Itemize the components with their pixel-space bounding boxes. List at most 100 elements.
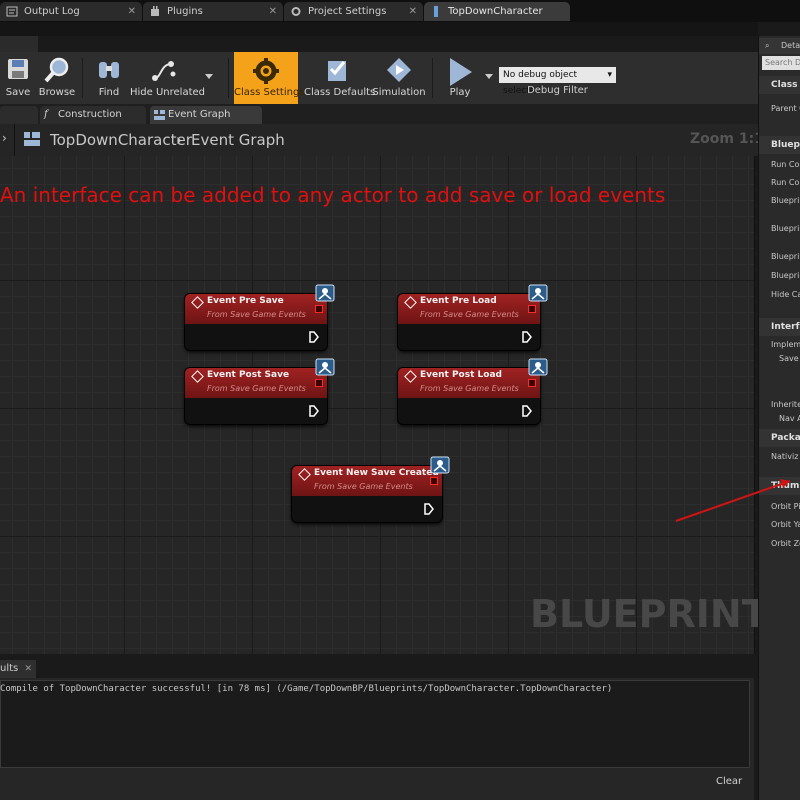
debug-object-select[interactable]: No debug object selected ▾ xyxy=(499,67,616,96)
class-defaults-label: Class Defaults xyxy=(304,87,376,98)
back-button[interactable]: › xyxy=(0,124,15,156)
node-subtitle: From Save Game Events xyxy=(420,384,519,393)
interface-badge-icon xyxy=(528,358,548,376)
property-label: Nativiz xyxy=(771,452,799,461)
graph-icon xyxy=(24,132,40,146)
play-label: Play xyxy=(449,87,471,98)
node-graph-icon xyxy=(152,61,176,81)
property-label: Inherite xyxy=(771,400,800,409)
event-graph-canvas[interactable] xyxy=(0,156,755,654)
simulation-button[interactable]: Simulation xyxy=(370,52,428,104)
section-blueprint-options[interactable]: Blueprin xyxy=(759,136,800,154)
document-tab-bar: Output Log ✕ Plugins ✕ Project Settings … xyxy=(0,0,800,22)
tab-plugins[interactable]: Plugins ✕ xyxy=(143,2,283,21)
browse-button[interactable]: Browse xyxy=(36,52,78,104)
section-interfaces[interactable]: Interfa xyxy=(759,318,800,336)
tab-output-log[interactable]: Output Log ✕ xyxy=(0,2,142,21)
interface-badge-icon xyxy=(315,358,335,376)
close-icon[interactable]: ✕ xyxy=(409,2,417,21)
property-label: Parent C xyxy=(771,104,800,113)
class-defaults-button[interactable]: Class Defaults xyxy=(304,52,376,104)
exec-output-pin-icon[interactable] xyxy=(424,503,434,515)
binoculars-icon xyxy=(99,62,119,78)
toolbar-strip xyxy=(0,22,758,36)
property-label: Blueprin xyxy=(771,224,800,233)
delegate-pin[interactable] xyxy=(315,305,323,313)
clear-button[interactable]: Clear xyxy=(716,776,742,787)
close-icon[interactable]: ✕ xyxy=(128,2,136,21)
property-label: Blueprin xyxy=(771,252,800,261)
hide-unrelated-dropdown[interactable] xyxy=(202,52,216,104)
property-label: Nav A xyxy=(779,414,800,423)
section-packaging[interactable]: Packag xyxy=(759,429,800,447)
node-title: Event Pre Save xyxy=(207,296,284,306)
details-search-input[interactable]: Search D xyxy=(762,56,800,70)
delegate-pin[interactable] xyxy=(315,379,323,387)
property-label: Blueprin xyxy=(771,271,800,280)
tab-viewport-partial[interactable] xyxy=(0,106,38,124)
save-button[interactable]: Save xyxy=(0,52,36,104)
property-label: Run Con xyxy=(771,178,800,187)
exec-output-pin-icon[interactable] xyxy=(309,331,319,343)
close-icon[interactable]: ✕ xyxy=(24,660,32,678)
event-node-post-save[interactable]: Event Post Save From Save Game Events xyxy=(185,358,335,424)
exec-output-pin-icon[interactable] xyxy=(309,405,319,417)
tab-project-settings[interactable]: Project Settings ✕ xyxy=(284,2,423,21)
details-tab[interactable]: ⌕ Detai xyxy=(759,38,800,54)
play-button[interactable]: Play xyxy=(438,52,482,104)
output-log-icon xyxy=(6,6,18,17)
log-line: Compile of TopDownCharacter successful! … xyxy=(0,684,613,694)
delegate-pin[interactable] xyxy=(430,477,438,485)
exec-output-pin-icon[interactable] xyxy=(522,331,532,343)
node-subtitle: From Save Game Events xyxy=(207,384,306,393)
breadcrumb-separator: › xyxy=(176,131,182,149)
event-node-pre-save[interactable]: Event Pre Save From Save Game Events xyxy=(185,284,335,350)
section-class-options[interactable]: Class O xyxy=(759,76,800,94)
breadcrumb-graph[interactable]: Event Graph xyxy=(191,131,285,149)
node-title: Event New Save Created xyxy=(314,468,439,478)
tab-topdowncharacter[interactable]: TopDownCharacter xyxy=(424,2,570,21)
property-label: Orbit Ya xyxy=(771,520,800,529)
find-button[interactable]: Find xyxy=(88,52,130,104)
chevron-down-icon: ▾ xyxy=(607,70,612,80)
close-icon[interactable]: ✕ xyxy=(269,2,277,21)
play-icon xyxy=(450,58,472,86)
plugin-icon xyxy=(151,6,159,16)
save-label: Save xyxy=(5,87,31,98)
tab-compiler-results[interactable]: ults ✕ xyxy=(0,660,36,678)
property-label: Save xyxy=(779,354,799,363)
hide-unrelated-button[interactable]: Hide Unrelated xyxy=(130,52,206,104)
chevron-down-icon xyxy=(205,74,213,79)
play-dropdown[interactable] xyxy=(482,52,496,104)
section-thumbnail[interactable]: Thumbn xyxy=(759,477,800,495)
search-icon: ⌕ xyxy=(765,41,770,50)
simulation-label: Simulation xyxy=(372,87,426,98)
event-node-pre-load[interactable]: Event Pre Load From Save Game Events xyxy=(398,284,548,350)
node-subtitle: From Save Game Events xyxy=(420,310,519,319)
debug-filter-label: Debug Filter xyxy=(527,85,588,96)
breadcrumb-blueprint[interactable]: TopDownCharacter xyxy=(50,131,192,149)
toolbar-separator xyxy=(432,58,433,98)
event-node-post-load[interactable]: Event Post Load From Save Game Events xyxy=(398,358,548,424)
gear-icon xyxy=(253,58,279,84)
property-label: Run Con xyxy=(771,160,800,169)
property-label: Blueprin xyxy=(771,196,800,205)
interface-badge-icon xyxy=(315,284,335,302)
exec-output-pin-icon[interactable] xyxy=(522,405,532,417)
chevron-down-icon xyxy=(485,74,493,79)
toolbar-separator xyxy=(228,58,229,98)
tab-event-graph[interactable]: Event Graph xyxy=(150,106,262,124)
class-settings-button[interactable]: Class Settings xyxy=(234,52,305,104)
tab-label: ults xyxy=(0,663,19,674)
class-settings-label: Class Settings xyxy=(234,87,305,98)
node-title: Event Pre Load xyxy=(420,296,497,306)
browse-label: Browse xyxy=(38,87,76,98)
tab-label: Project Settings xyxy=(308,6,387,17)
delegate-pin[interactable] xyxy=(528,379,536,387)
event-node-new-save-created[interactable]: Event New Save Created From Save Game Ev… xyxy=(292,456,450,522)
tab-construction-script[interactable]: f Construction Scrip xyxy=(40,106,146,138)
hide-unrelated-label: Hide Unrelated xyxy=(130,87,206,98)
gear-icon xyxy=(291,7,301,16)
delegate-pin[interactable] xyxy=(528,305,536,313)
toolbar-separator xyxy=(82,58,83,98)
